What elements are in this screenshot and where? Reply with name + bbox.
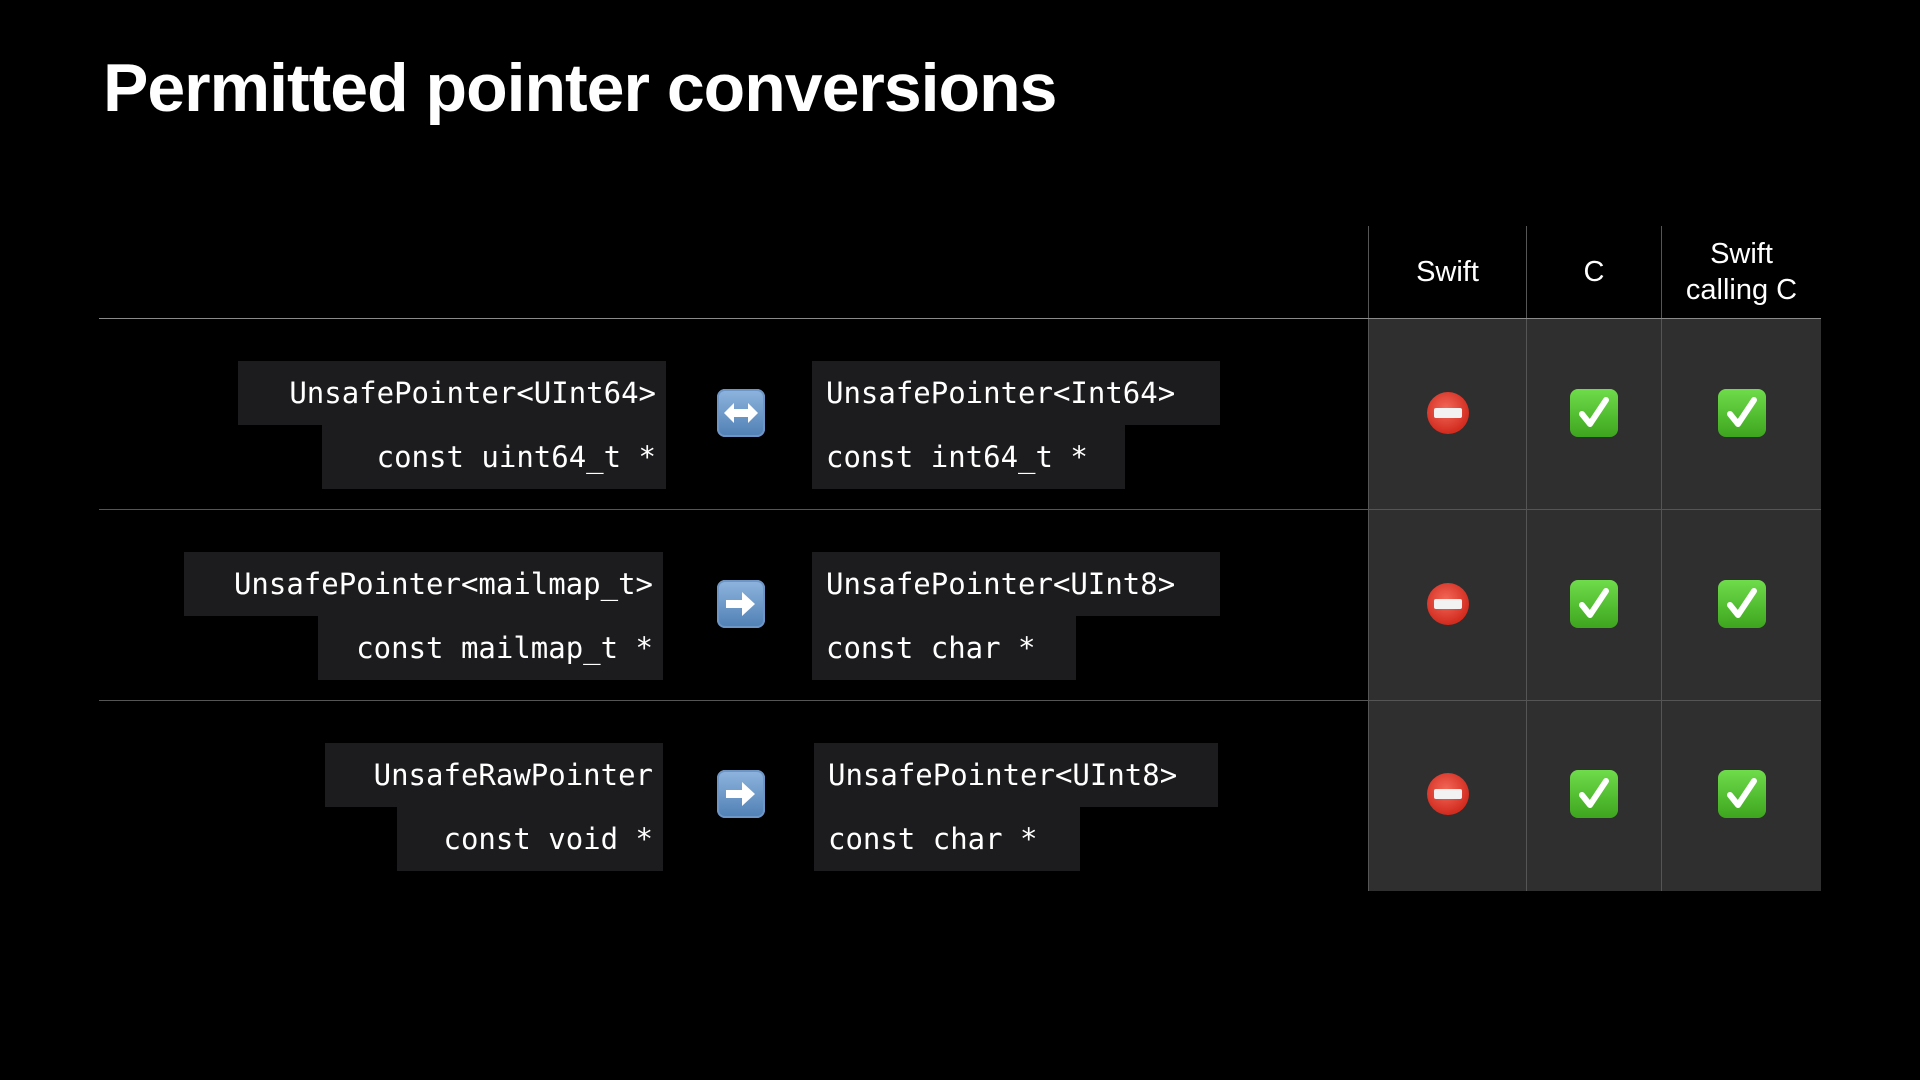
check-mark-icon [1718, 770, 1766, 818]
check-mark-icon [1718, 580, 1766, 628]
row2-to-c-type: const char * [812, 616, 1076, 680]
row3-to-c-type: const char * [814, 807, 1080, 871]
row3-from-c-type: const void * [397, 807, 663, 871]
column-header-swift-calling-c: Swift calling C [1685, 238, 1798, 306]
check-mark-icon [1570, 389, 1618, 437]
row1-from-c-type: const uint64_t * [322, 425, 666, 489]
row2-from-swift-type: UnsafePointer<mailmap_t> [184, 552, 663, 616]
row3-from-swift-type: UnsafeRawPointer [325, 743, 663, 807]
row1-from-swift-type: UnsafePointer<UInt64> [238, 361, 666, 425]
column-divider [1368, 226, 1369, 891]
row3-to-swift-type: UnsafePointer<UInt8> [814, 743, 1218, 807]
row2-from-c-type: const mailmap_t * [318, 616, 663, 680]
slide-title: Permitted pointer conversions [103, 50, 1057, 126]
column-divider [1526, 226, 1527, 891]
no-entry-icon [1427, 583, 1469, 625]
row-divider [99, 509, 1821, 510]
check-mark-icon [1718, 389, 1766, 437]
column-header-swift: Swift [1416, 256, 1479, 288]
left-right-arrow-icon [717, 389, 765, 437]
row-divider [99, 700, 1821, 701]
check-mark-icon [1570, 580, 1618, 628]
header-rule [99, 318, 1821, 319]
column-divider [1661, 226, 1662, 891]
check-mark-icon [1570, 770, 1618, 818]
no-entry-icon [1427, 392, 1469, 434]
row2-to-swift-type: UnsafePointer<UInt8> [812, 552, 1220, 616]
row1-to-c-type: const int64_t * [812, 425, 1125, 489]
no-entry-icon [1427, 773, 1469, 815]
right-arrow-icon [717, 770, 765, 818]
right-arrow-icon [717, 580, 765, 628]
column-header-c: C [1583, 256, 1605, 288]
row1-to-swift-type: UnsafePointer<Int64> [812, 361, 1220, 425]
